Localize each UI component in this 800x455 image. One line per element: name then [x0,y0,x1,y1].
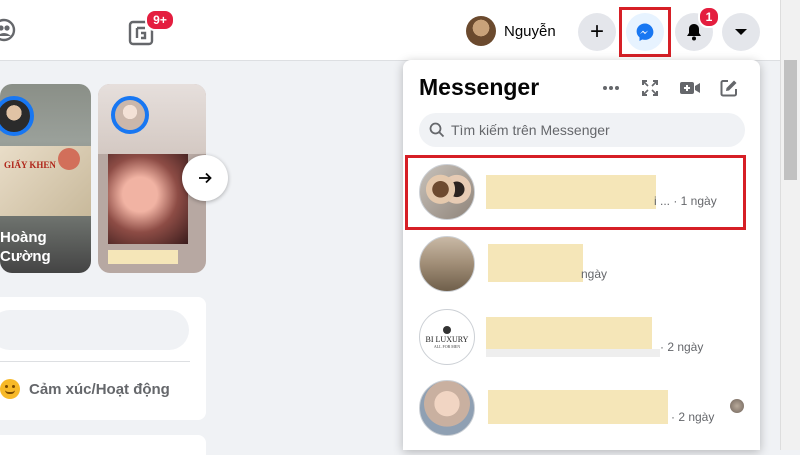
groups-notification-badge: 9+ [145,9,175,31]
story-card-graphic: GIẤY KHEN [0,146,91,216]
profile-name: Nguyễn [504,22,556,40]
messenger-button[interactable] [626,13,664,51]
bell-icon [687,24,701,41]
plus-icon: + [589,18,604,45]
stories-next-button[interactable] [182,155,228,201]
conversation-avatar: BI LUXURY ALL FOR MEN [419,309,475,365]
composer-divider [0,361,190,362]
story-avatar [111,96,149,134]
messenger-icon [636,23,654,41]
account-menu-button[interactable] [722,13,760,51]
redacted-contact-name [486,317,652,349]
conversation-snippet: · 2 ngày [660,340,704,354]
page-scrollbar[interactable] [780,0,800,450]
groups-nav-icon[interactable] [0,18,16,42]
composer-input[interactable] [0,310,189,350]
conversation-snippet: · 2 ngày [671,410,715,424]
post-composer: Cảm xúc/Hoạt động [0,297,206,420]
redacted-contact-name [488,244,583,282]
story-author-line1: Hoàng [0,229,47,246]
search-placeholder: Tìm kiếm trên Messenger [451,122,610,138]
redacted-message-preview [486,349,660,357]
story-avatar [0,96,34,136]
search-icon [429,122,445,138]
more-options-icon[interactable] [599,76,623,100]
new-room-video-icon[interactable] [677,76,703,100]
feeling-activity-button[interactable]: Cảm xúc/Hoạt động [0,375,190,403]
profile-avatar [466,16,496,46]
story-card[interactable]: GIẤY KHEN Hoàng Cường [0,84,91,273]
messenger-search[interactable]: Tìm kiếm trên Messenger [419,113,745,147]
redacted-contact-name [488,390,668,424]
feed-card [0,435,206,455]
brand-logo-mark [443,325,451,334]
feeling-activity-label: Cảm xúc/Hoạt động [29,380,170,398]
story-card-text: GIẤY KHEN [4,160,56,170]
conversation-item[interactable]: BI LUXURY ALL FOR MEN · 2 ngày [405,305,745,373]
messenger-dropdown: Messenger Tìm kiếm trên Messenger i ... … [403,60,760,450]
conversation-item[interactable]: · 2 ngày [405,378,745,446]
conversation-snippet: ngày [581,267,608,281]
story-image-main [108,154,188,244]
notifications-badge: 1 [698,6,720,28]
messenger-title: Messenger [419,74,540,100]
conversation-item[interactable]: ngày [405,232,745,300]
brand-logo-subtext: ALL FOR MEN [433,343,461,349]
seen-avatar [730,399,744,413]
caret-down-icon [735,29,747,35]
create-button[interactable]: + [578,13,616,51]
flower-decoration [58,148,80,170]
conversation-avatar [419,380,475,436]
top-navigation-bar: 9+ Nguyễn + 1 [0,0,780,61]
arrow-right-icon [199,172,212,184]
conversation-avatar [419,236,475,292]
profile-chip[interactable]: Nguyễn [466,14,568,48]
conversation-highlight [405,155,746,230]
smiley-icon [0,379,20,399]
expand-icon[interactable] [638,76,662,100]
scrollbar-thumb[interactable] [784,60,797,180]
brand-logo-text: BI LUXURY [425,334,469,344]
redacted-author [108,250,178,264]
new-message-icon[interactable] [717,76,741,100]
story-author-line2: Cường [0,248,51,265]
